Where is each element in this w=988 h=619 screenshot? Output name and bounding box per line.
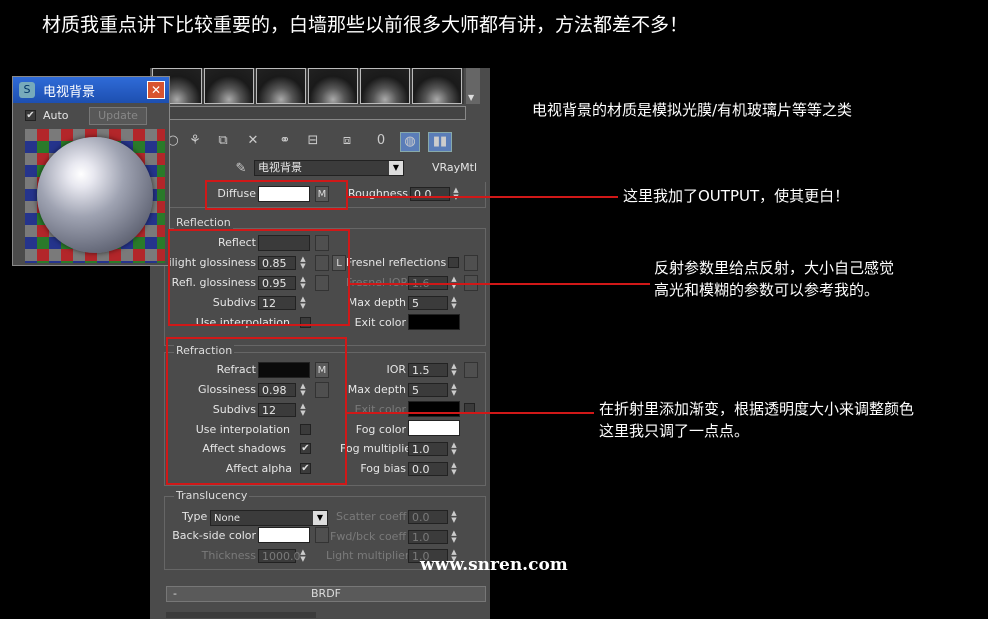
material-slot[interactable] [412, 68, 462, 104]
thickness-label: Thickness [201, 549, 256, 562]
assign-material-icon[interactable]: ⧉ [214, 132, 232, 150]
roughness-input[interactable]: 0.0 [410, 187, 450, 201]
brdf-partial-row [166, 612, 316, 618]
refraction-highlight-box [166, 337, 347, 485]
preview-title: 电视背景 [43, 85, 96, 100]
refl-exit-color-swatch[interactable] [408, 314, 460, 330]
copy-material-icon[interactable]: ⚭ [276, 132, 294, 150]
preview-title-bar[interactable]: S 电视背景 ✕ [13, 77, 169, 103]
refl-max-depth-input[interactable]: 5 [408, 296, 448, 310]
reflection-title: Reflection [174, 216, 233, 229]
app-icon: S [19, 82, 35, 98]
pick-material-icon[interactable]: ✎ [232, 160, 250, 178]
refraction-connector-line [347, 412, 594, 414]
put-to-scene-icon[interactable]: ⚘ [186, 132, 204, 150]
roughness-label: Roughness [347, 187, 408, 200]
show-map-icon[interactable]: ◍ [400, 132, 420, 152]
material-toolbar: ○ ⚘ ⧉ ✕ ⚭ ⊟ ⧈ 0 ◍ ▮▮ [164, 128, 484, 154]
reflection-highlight-box [168, 229, 350, 326]
fog-bias-input[interactable]: 0.0 [408, 462, 448, 476]
material-id-icon[interactable]: 0 [372, 132, 390, 150]
backside-color-label: Back-side color [172, 529, 256, 542]
preview-window: S 电视背景 ✕ ✔ Auto Update [12, 76, 170, 266]
refl-max-depth-label: Max depth [347, 296, 406, 309]
scatter-coeff-label: Scatter coeff [336, 510, 407, 523]
close-button[interactable]: ✕ [147, 81, 165, 99]
chevron-down-icon[interactable]: ▼ [389, 161, 403, 175]
brdf-title: BRDF [311, 587, 341, 600]
backside-color-swatch[interactable] [258, 527, 310, 543]
translucency-title: Translucency [174, 489, 250, 502]
material-name-field[interactable]: 电视背景 ▼ [254, 160, 404, 176]
spinner-icon[interactable]: ▲▼ [449, 296, 459, 310]
reflect-note-line1: 反射参数里给点反射，大小自己感觉 [654, 259, 895, 277]
slots-horizontal-scrollbar[interactable] [164, 106, 466, 120]
fresnel-reflections-checkbox[interactable] [448, 257, 459, 268]
spinner-icon[interactable]: ▲▼ [298, 549, 308, 563]
put-library-icon[interactable]: ⧈ [338, 132, 356, 150]
translucency-type-label: Type [182, 510, 208, 523]
unique-icon[interactable]: ⊟ [304, 132, 322, 150]
ior-input[interactable]: 1.5 [408, 363, 448, 377]
refr-max-depth-label: Max depth [347, 383, 406, 396]
reflection-connector-line [350, 283, 650, 285]
refract-note-line1: 在折射里添加渐变，根据透明度大小来调整颜色 [599, 400, 915, 418]
spinner-icon[interactable]: ▲▼ [449, 383, 459, 397]
update-button[interactable]: Update [89, 107, 147, 125]
tv-material-note: 电视背景的材质是模拟光膜/有机玻璃片等等之类 [532, 101, 853, 119]
close-icon: ✕ [150, 83, 162, 97]
spinner-icon[interactable]: ▲▼ [449, 442, 459, 456]
material-slots [152, 68, 464, 104]
material-name-text: 电视背景 [258, 161, 302, 174]
refl-exit-color-label: Exit color [354, 316, 406, 329]
light-multiplier-label: Light multiplier [326, 549, 410, 562]
ior-label: IOR [386, 363, 406, 376]
fresnel-lock-button[interactable] [464, 255, 478, 271]
fog-color-swatch[interactable] [408, 420, 460, 436]
backside-map-button[interactable] [315, 527, 329, 543]
brdf-rollout-header[interactable]: - BRDF [166, 586, 486, 602]
reflect-note-line2: 高光和模糊的参数可以参考我的。 [654, 281, 880, 299]
preview-render [25, 129, 165, 263]
output-note: 这里我加了OUTPUT，使其更白！ [623, 187, 850, 205]
material-slot[interactable] [308, 68, 358, 104]
watermark: www.snren.com [420, 555, 568, 575]
scatter-coeff-input[interactable]: 0.0 [408, 510, 448, 524]
diffuse-highlight-box [205, 180, 348, 210]
fwd-bck-coeff-label: Fwd/bck coeff [330, 530, 407, 543]
refr-exit-color-swatch[interactable] [408, 401, 460, 417]
material-sphere [37, 137, 153, 253]
auto-checkbox[interactable]: ✔ [25, 110, 36, 121]
show-end-result-icon[interactable]: ▮▮ [428, 132, 452, 152]
chevron-down-icon[interactable]: ▼ [313, 511, 327, 525]
spinner-icon[interactable]: ▲▼ [449, 363, 459, 377]
fog-multiplier-input[interactable]: 1.0 [408, 442, 448, 456]
refr-exit-color-label: Exit color [354, 403, 406, 416]
fresnel-reflections-label: Fresnel reflections [346, 256, 447, 269]
material-type-button[interactable]: VRayMtl [432, 161, 477, 174]
spinner-icon[interactable]: ▲▼ [449, 462, 459, 476]
output-connector-line [348, 196, 618, 198]
refract-note-line2: 这里我只调了一点点。 [599, 422, 750, 440]
material-slot[interactable] [256, 68, 306, 104]
reset-icon[interactable]: ✕ [244, 132, 262, 150]
translucency-type-select[interactable]: None ▼ [210, 510, 328, 526]
refr-max-depth-input[interactable]: 5 [408, 383, 448, 397]
spinner-icon[interactable]: ▲▼ [449, 510, 459, 524]
translucency-type-value: None [214, 513, 241, 524]
material-slot[interactable] [360, 68, 410, 104]
thickness-input[interactable]: 1000.0 [258, 549, 301, 563]
fog-multiplier-label: Fog multiplier [340, 442, 416, 455]
spinner-icon[interactable]: ▲▼ [451, 187, 461, 201]
spinner-icon[interactable]: ▲▼ [449, 530, 459, 544]
fog-color-label: Fog color [355, 423, 406, 436]
fwd-bck-coeff-input[interactable]: 1.0 [408, 530, 448, 544]
fog-bias-label: Fog bias [360, 462, 406, 475]
auto-label: Auto [43, 109, 69, 122]
material-slot[interactable] [204, 68, 254, 104]
page-heading: 材质我重点讲下比较重要的，白墙那些以前很多大师都有讲，方法都差不多！ [42, 14, 689, 36]
slots-scrollbar[interactable]: ▼ [466, 68, 480, 104]
ior-map-button[interactable] [464, 362, 478, 378]
